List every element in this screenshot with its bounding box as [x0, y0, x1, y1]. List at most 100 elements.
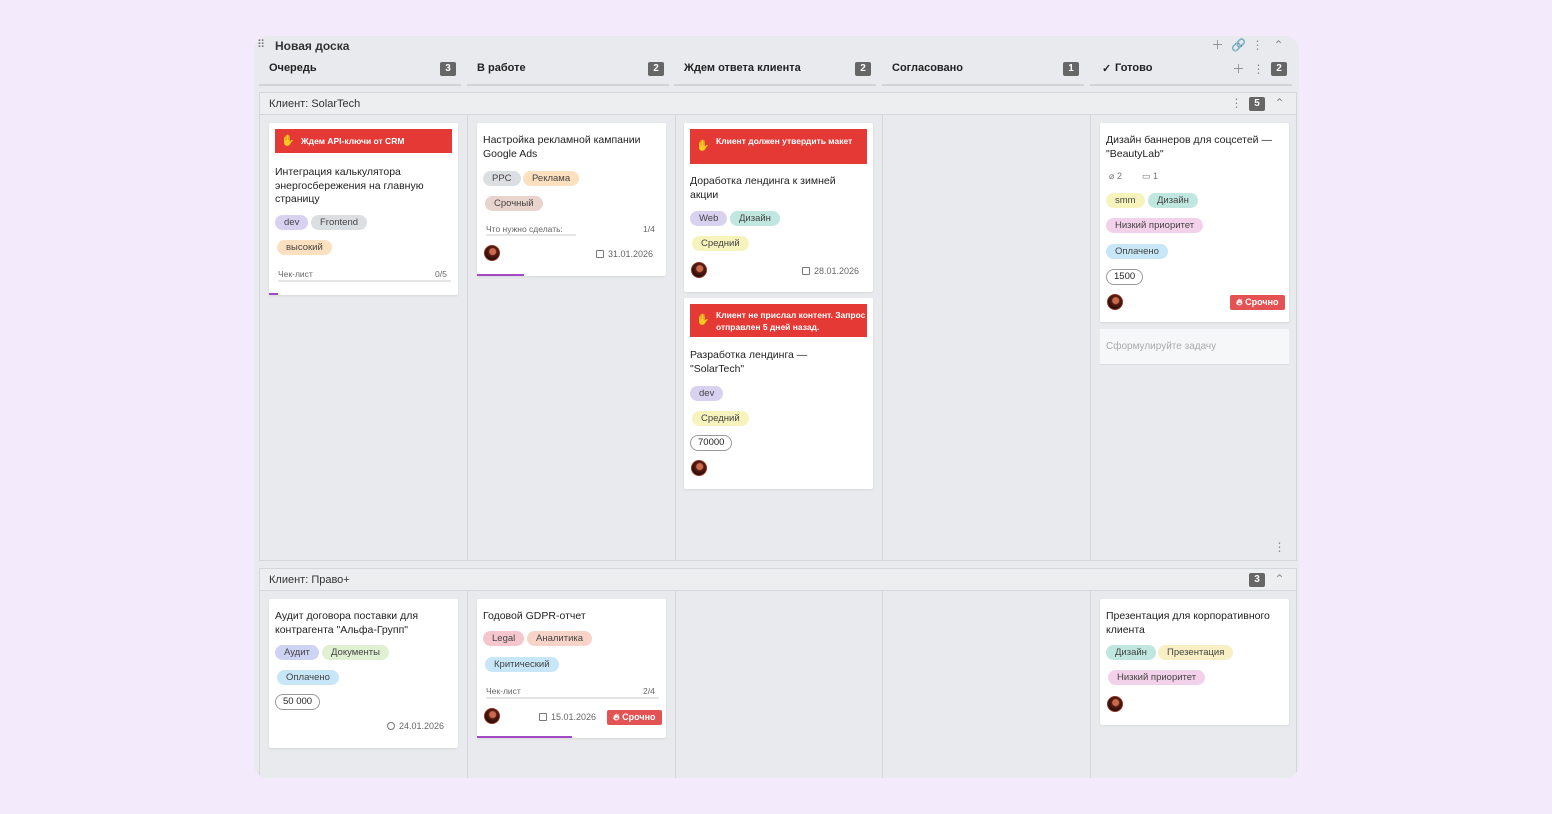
column-header-approved[interactable]: Согласовано 1 [882, 58, 1084, 86]
chevron-up-icon[interactable]: ⌃ [1272, 39, 1285, 52]
link-icon[interactable]: 🔗 [1231, 39, 1246, 52]
column-divider [882, 115, 883, 561]
avatar[interactable] [691, 262, 707, 278]
kanban-board: ⠿ Новая доска ＋ 🔗 ⋮ ⌃ Очередь 3 В работе… [254, 36, 1299, 778]
column-name: Согласовано [892, 62, 964, 74]
checklist-label: Чек-лист [486, 686, 521, 696]
column-divider [882, 591, 883, 778]
task-card[interactable]: ✋ Ждем API-ключи от CRM Интеграция кальк… [269, 123, 458, 295]
attachments-count: ⌀ 2 [1109, 171, 1122, 181]
tag: Legal [483, 631, 525, 646]
column-name: В работе [477, 62, 526, 74]
tag: dev [690, 386, 724, 401]
lane-more-icon[interactable]: ⋮ [1230, 97, 1243, 110]
task-card[interactable]: Годовой GDPR-отчет Legal Аналитика Крити… [477, 599, 666, 738]
column-header-waiting-client[interactable]: Ждем ответа клиента 2 [674, 58, 876, 86]
tag: Оплачено [277, 670, 339, 685]
card-title: Разработка лендинга — "SolarTech" [690, 349, 808, 375]
tag: Дизайн [1148, 193, 1198, 208]
checklist-progress-track [486, 697, 659, 699]
calendar-icon [802, 267, 810, 275]
card-title: Доработка лендинга к зимней акции [690, 175, 836, 201]
hand-stop-icon: ✋ [696, 140, 710, 152]
column-check-icon: ✓ [1102, 63, 1112, 75]
checklist-label: Чек-лист [278, 269, 313, 279]
comment-icon: ▭ [1142, 171, 1151, 181]
urgent-badge: 🔥︎ Срочно [607, 710, 662, 725]
column-name: Очередь [269, 62, 317, 74]
card-title: Настройка рекламной кампании Google Ads [483, 134, 641, 160]
board-title[interactable]: Новая доска [275, 39, 349, 53]
task-card[interactable]: Аудит договора поставки для контрагента … [269, 599, 458, 748]
more-vert-icon[interactable]: ⋮ [1251, 39, 1264, 52]
swimlane-header[interactable]: Клиент: SolarTech ⋮ 5 ⌃ [260, 93, 1296, 115]
lane-footer-more-icon[interactable]: ⋮ [1273, 541, 1286, 554]
drag-handle-icon[interactable]: ⠿ [257, 40, 265, 52]
tag: PPC [483, 171, 521, 186]
column-name: Готово [1115, 62, 1153, 74]
tag: Аудит [275, 645, 319, 660]
swimlane-pravo: Клиент: Право+ 3 ⌃ Аудит договора постав… [259, 568, 1297, 778]
urgent-badge: 🔥︎ Срочно [1230, 295, 1285, 310]
swimlane-solartech: Клиент: SolarTech ⋮ 5 ⌃ ⋮ ✋ Ждем API-клю… [259, 92, 1297, 561]
card-title: Дизайн баннеров для соцсетей — "BeautyLa… [1106, 134, 1272, 160]
column-count: 2 [648, 62, 664, 76]
column-count: 3 [440, 62, 456, 76]
new-task-input[interactable]: Сформулируйте задачу [1100, 329, 1289, 365]
column-header-queue[interactable]: Очередь 3 [259, 58, 461, 86]
checklist-count: 2/4 [643, 686, 655, 696]
task-card[interactable]: ✋ Клиент не прислал контент. Запрос отпр… [684, 298, 873, 489]
plus-icon[interactable]: ＋ [1211, 39, 1224, 52]
tag: Дизайн [1106, 645, 1156, 660]
avatar[interactable] [484, 245, 500, 261]
card-title: Интеграция калькулятора энергосбережения… [275, 166, 424, 205]
hand-stop-icon: ✋ [696, 314, 710, 326]
task-card[interactable]: ✋ Клиент должен утвердить макет Доработк… [684, 123, 873, 292]
task-card[interactable]: Дизайн баннеров для соцсетей — "BeautyLa… [1100, 123, 1289, 322]
column-count: 2 [855, 62, 871, 76]
column-divider [1090, 591, 1091, 778]
amount-field: 50 000 [275, 694, 321, 710]
task-card[interactable]: Презентация для корпоративного клиента Д… [1100, 599, 1289, 725]
column-divider [467, 591, 468, 778]
column-header-in-progress[interactable]: В работе 2 [467, 58, 669, 86]
column-divider [467, 115, 468, 561]
tag: Дизайн [730, 211, 780, 226]
checklist-progress-bar [477, 274, 524, 276]
column-count: 2 [1271, 62, 1287, 76]
swimlane-header[interactable]: Клиент: Право+ 3 ⌃ [260, 569, 1296, 591]
task-card[interactable]: Настройка рекламной кампании Google Ads … [477, 123, 666, 276]
lane-collapse-icon[interactable]: ⌃ [1273, 97, 1286, 110]
tag: dev [275, 215, 309, 230]
tag: Frontend [311, 215, 368, 230]
tag: Средний [692, 411, 749, 426]
column-divider [675, 115, 676, 561]
checklist-progress-track [486, 234, 576, 236]
checklist-progress-bar [477, 736, 572, 738]
swimlane-count: 3 [1249, 573, 1265, 587]
checklist-count: 1/4 [643, 224, 655, 234]
column-name: Ждем ответа клиента [684, 62, 801, 74]
paperclip-icon: ⌀ [1109, 171, 1115, 181]
tag: Документы [322, 645, 389, 660]
column-more-icon[interactable]: ⋮ [1252, 63, 1265, 76]
add-card-icon[interactable]: ＋ [1232, 63, 1245, 76]
tag: высокий [277, 240, 332, 255]
card-title: Аудит договора поставки для контрагента … [275, 610, 419, 636]
avatar[interactable] [484, 708, 500, 724]
avatar[interactable] [1107, 294, 1123, 310]
checklist-progress-bar [269, 293, 278, 295]
lane-collapse-icon[interactable]: ⌃ [1273, 573, 1286, 586]
due-date: 15.01.2026 [539, 712, 596, 722]
due-date: 28.01.2026 [802, 266, 859, 276]
swimlane-count: 5 [1249, 97, 1265, 111]
checklist-progress-track [278, 280, 451, 282]
comments-count: ▭ 1 [1142, 171, 1159, 181]
avatar[interactable] [1107, 696, 1123, 712]
tag: Низкий приоритет [1106, 218, 1204, 233]
column-count: 1 [1063, 62, 1079, 76]
blocker-banner: ✋ Клиент не прислал контент. Запрос отпр… [690, 304, 867, 337]
tag: Критический [485, 657, 559, 672]
avatar[interactable] [691, 460, 707, 476]
column-header-done[interactable]: ✓ Готово ＋ ⋮ 2 [1090, 58, 1292, 86]
